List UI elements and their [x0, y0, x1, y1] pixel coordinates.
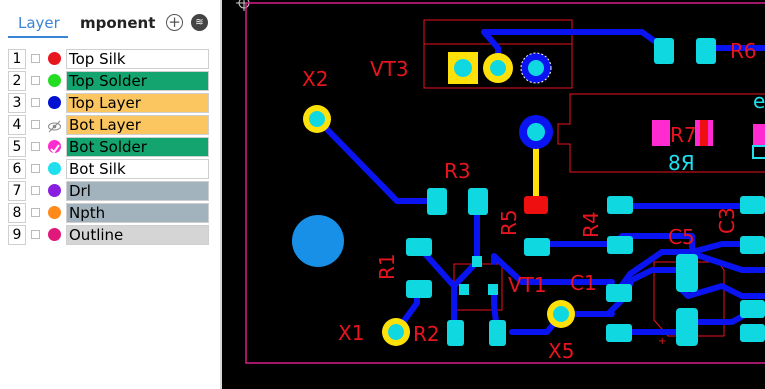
layer-color-swatch[interactable]: [48, 74, 61, 87]
layer-visibility-checkbox[interactable]: [31, 54, 40, 63]
layer-row[interactable]: 3 Top Layer: [8, 93, 209, 114]
layer-number: 5: [8, 137, 26, 157]
layer-visibility-checkbox[interactable]: [31, 164, 40, 173]
label-r4: R4: [579, 211, 603, 238]
layer-visibility-checkbox[interactable]: [31, 208, 40, 217]
add-circle-icon[interactable]: +: [166, 14, 183, 31]
layer-number: 8: [8, 203, 26, 223]
label-c5-plus: +: [658, 336, 666, 347]
layer-color-swatch[interactable]: [48, 184, 61, 197]
label-x2: X2: [302, 67, 328, 91]
label-r2: R2: [413, 322, 440, 346]
layer-visibility-checkbox[interactable]: [31, 186, 40, 195]
layer-color-swatch[interactable]: [48, 228, 61, 241]
label-x5: X5: [548, 339, 574, 363]
layer-name[interactable]: Npth: [66, 203, 209, 223]
layer-row[interactable]: 4 Bot Layer: [8, 115, 209, 136]
label-c1: C1: [570, 271, 597, 295]
npth-hole: [292, 215, 344, 267]
layer-name[interactable]: Top Solder: [66, 71, 209, 91]
layer-row[interactable]: 7 Drl: [8, 181, 209, 202]
label-c5: C5: [668, 225, 695, 249]
tab-component[interactable]: mponent: [80, 14, 155, 32]
layer-color-swatch[interactable]: [48, 52, 61, 65]
label-r3: R3: [444, 159, 471, 183]
tab-layer[interactable]: Layer: [18, 14, 60, 32]
layer-name[interactable]: Outline: [66, 225, 209, 245]
active-check-icon[interactable]: [48, 140, 61, 154]
label-c3: C3: [715, 207, 739, 234]
layer-name[interactable]: Bot Silk: [66, 159, 209, 179]
layer-row[interactable]: 9 Outline: [8, 225, 209, 246]
active-tab-indicator: [8, 36, 68, 38]
layer-number: 4: [8, 115, 26, 135]
layer-row[interactable]: 2 Top Solder: [8, 71, 209, 92]
layer-name[interactable]: Top Silk: [66, 49, 209, 69]
r5-red-pad: [524, 196, 548, 214]
label-r6: R6: [730, 39, 757, 63]
smd-pads: [406, 38, 765, 346]
layer-name[interactable]: Bot Solder: [66, 137, 209, 157]
layer-visibility-checkbox[interactable]: [31, 230, 40, 239]
layer-name[interactable]: Bot Layer: [66, 115, 209, 135]
layer-row[interactable]: 5 Bot Solder: [8, 137, 209, 158]
pcb-canvas[interactable]: VT3 R6 X2 R7 R3 C5 VT1 C1 X1 R2 X5 R5 R4…: [222, 0, 765, 389]
origin-crosshair-icon: [236, 0, 252, 11]
layer-number: 9: [8, 225, 26, 245]
layer-list: 1 Top Silk 2 Top Solder 3 Top Layer 4 Bot Layer…: [8, 49, 209, 247]
label-bot-silk-partial: e: [753, 89, 765, 113]
layer-panel: Layer mponent + ≋ 1 Top Silk 2 Top Solder 3 T…: [0, 0, 220, 389]
layer-number: 2: [8, 71, 26, 91]
pcb-board[interactable]: VT3 R6 X2 R7 R3 C5 VT1 C1 X1 R2 X5 R5 R4…: [222, 0, 765, 389]
layer-row[interactable]: 1 Top Silk: [8, 49, 209, 70]
label-vt1: VT1: [508, 273, 547, 297]
layer-name[interactable]: Top Layer: [66, 93, 209, 113]
label-r5: R5: [497, 209, 521, 236]
label-x1: X1: [338, 321, 364, 345]
layer-number: 7: [8, 181, 26, 201]
label-vt3: VT3: [370, 57, 409, 81]
layer-color-swatch[interactable]: [48, 162, 61, 175]
layer-row[interactable]: 8 Npth: [8, 203, 209, 224]
layer-visibility-checkbox[interactable]: [31, 76, 40, 85]
layer-visibility-checkbox[interactable]: [31, 98, 40, 107]
label-r8-mirrored: 8Я: [668, 151, 695, 175]
layer-number: 6: [8, 159, 26, 179]
layer-number: 1: [8, 49, 26, 69]
layer-color-swatch[interactable]: [48, 96, 61, 109]
layer-color-swatch[interactable]: [48, 206, 61, 219]
layer-name[interactable]: Drl: [66, 181, 209, 201]
label-r1: R1: [375, 253, 399, 280]
layer-visibility-checkbox[interactable]: [31, 142, 40, 151]
layers-icon[interactable]: ≋: [191, 14, 208, 31]
layer-row[interactable]: 6 Bot Silk: [8, 159, 209, 180]
layer-visibility-checkbox[interactable]: [31, 120, 40, 129]
eye-hidden-icon[interactable]: [48, 118, 61, 133]
layer-number: 3: [8, 93, 26, 113]
label-r7: R7: [670, 123, 697, 147]
